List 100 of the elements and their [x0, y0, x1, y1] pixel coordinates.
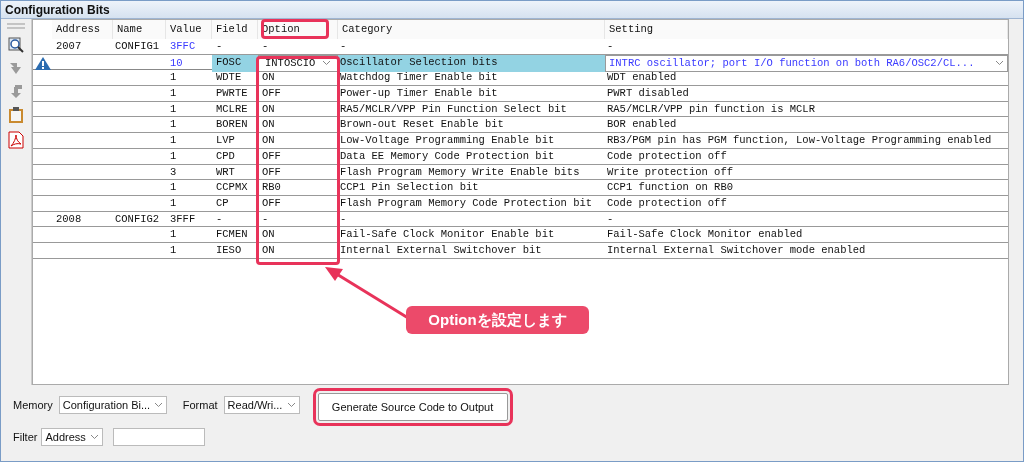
table-cell-text: ON	[261, 242, 276, 258]
table-row[interactable]: 1 MCLRE ON RA5/MCLR/VPP Pin Function Select bit RA5/MCLR/VPP pin function is MCLR	[33, 101, 1008, 118]
table-cell-text: WDT enabled	[606, 70, 678, 86]
table-cell-text: Fail-Safe Clock Monitor Enable bit	[339, 227, 556, 243]
table-cell: 3FFF	[170, 212, 196, 225]
callout: Optionを設定します	[406, 306, 589, 334]
table-cell-text: IESO	[215, 242, 243, 258]
table-cell: 1	[170, 228, 177, 241]
table-cell-text: WDTE	[215, 70, 243, 86]
table-cell-text: RA5/MCLR/VPP Pin Function Select bit	[339, 101, 568, 117]
column-header[interactable]: Category	[338, 20, 605, 39]
table-row[interactable]: 1 LVP ON Low-Voltage Programming Enable bit RB3/PGM pin has PGM function, Low-Voltage Programming enabled	[33, 133, 1008, 149]
table-row[interactable]: 1 PWRTE OFF Power-up Timer Enable bit PWRT disabled	[33, 86, 1008, 102]
table-cell-text: Flash Program Memory Write Enable bits	[339, 164, 581, 180]
table-row[interactable]: 1 BOREN ON Brown-out Reset Enable bit BOR enabled	[33, 117, 1008, 134]
table-cell: 2007	[56, 40, 82, 52]
table-row[interactable]: 1 WDTE ON Watchdog Timer Enable bit WDT enabled	[33, 70, 1008, 87]
table-cell-text: Code protection off	[606, 195, 728, 211]
table-cell-text: RA5/MCLR/VPP pin function is MCLR	[606, 101, 816, 117]
search-icon[interactable]	[8, 37, 24, 53]
table-row[interactable]: 1 FCMEN ON Fail-Safe Clock Monitor Enable bit Fail-Safe Clock Monitor enabled	[33, 227, 1008, 243]
table-cell: 1	[170, 196, 177, 209]
table-cell-text: Brown-out Reset Enable bit	[339, 117, 505, 133]
table-cell: CONFIG2	[115, 212, 160, 225]
column-header[interactable]: Value	[166, 20, 212, 39]
table-cell-text: -	[261, 211, 270, 227]
table-row[interactable]: 2007 CONFIG1 3FFC - - - -	[33, 39, 1008, 55]
table-cell-text: -	[339, 39, 348, 54]
table-cell-text: ON	[261, 133, 276, 149]
column-header[interactable]: Setting	[605, 20, 1008, 39]
table-cell-text: -	[215, 211, 224, 227]
filter-label: Filter	[13, 429, 38, 445]
table-cell-text: ON	[261, 117, 276, 133]
table-cell-text: PWRTE	[215, 86, 249, 102]
table-cell-text: Code protection off	[606, 148, 728, 164]
table-row[interactable]: 1 CPD OFF Data EE Memory Code Protection bit Code protection off	[33, 148, 1008, 165]
pdf-icon[interactable]	[8, 131, 24, 149]
table-cell: 1	[170, 181, 177, 194]
table-cell: 3	[170, 165, 177, 178]
grip-icon	[6, 23, 26, 30]
table-cell-text: MCLRE	[215, 101, 249, 117]
table-cell: 1	[170, 243, 177, 256]
table-cell-text: ON	[261, 70, 276, 86]
table-cell: 3FFC	[170, 40, 196, 52]
clipboard-icon[interactable]	[8, 106, 24, 124]
table-cell-text: OFF	[261, 195, 282, 211]
table-cell: 10	[170, 56, 183, 69]
table-cell-text: CCPMX	[215, 180, 249, 196]
chevron-icon	[322, 60, 331, 67]
table-cell-text: RB0	[261, 180, 282, 196]
filter-select[interactable]: Address	[41, 428, 104, 446]
table-cell-text: CP	[215, 195, 230, 211]
chevron-icon	[154, 402, 164, 408]
table-cell-text: OFF	[261, 164, 282, 180]
table-cell-text: PWRT disabled	[606, 86, 690, 102]
table-row[interactable]: 2008 CONFIG2 3FFF - - - -	[33, 211, 1008, 228]
table-cell: 1	[170, 118, 177, 131]
table-row[interactable]: 1 CP OFF Flash Program Memory Code Protection bit Code protection off	[33, 195, 1008, 212]
table-cell-text: -	[215, 39, 224, 54]
table-cell-text: Write protection off	[606, 164, 735, 180]
table-cell-text: Flash Program Memory Code Protection bit	[339, 195, 594, 211]
table-row[interactable]: 3 WRT OFF Flash Program Memory Write Enable bits Write protection off	[33, 164, 1008, 181]
column-header[interactable]: Field	[212, 20, 258, 39]
table-cell: 1	[170, 149, 177, 162]
table-cell-text: Internal External Switchover mode enabled	[606, 242, 867, 258]
table-cell: CONFIG1	[115, 40, 160, 52]
window-title: Configuration Bits	[1, 1, 1023, 19]
table-cell-text: -	[606, 211, 615, 227]
table-row[interactable]: 1 CCPMX RB0 CCP1 Pin Selection bit CCP1 function on RB0	[33, 180, 1008, 196]
table-cell: 1	[170, 102, 177, 115]
table-cell: 1	[170, 71, 177, 84]
chevron-icon	[995, 60, 1004, 67]
table-cell-text: OFF	[261, 148, 282, 164]
table-cell-text: RB3/PGM pin has PGM function, Low-Voltage Programming enabled	[606, 133, 993, 149]
table-cell-text: Power-up Timer Enable bit	[339, 86, 499, 102]
table-cell-text: Watchdog Timer Enable bit	[339, 70, 499, 86]
table-cell-text: LVP	[215, 133, 236, 149]
table-cell-text: CPD	[215, 148, 236, 164]
table-cell-text: -	[606, 39, 615, 54]
table-cell: 1	[170, 134, 177, 147]
table-cell: 2008	[56, 212, 82, 225]
format-label: Format	[182, 398, 218, 413]
chevron-icon	[286, 402, 296, 408]
memory-label: Memory	[13, 398, 53, 413]
table-row[interactable]: 1 IESO ON Internal External Switchover bit Internal External Switchover mode enabled	[33, 242, 1008, 259]
table-cell-text: CCP1 function on RB0	[606, 180, 735, 196]
table-cell-text: Fail-Safe Clock Monitor enabled	[606, 227, 804, 243]
filter-field[interactable]	[113, 428, 206, 446]
table-cell-text: ON	[261, 227, 276, 243]
column-header[interactable]: Name	[113, 20, 166, 39]
column-header[interactable]: Address	[52, 20, 113, 39]
table-cell-text: WRT	[215, 164, 236, 180]
format-select[interactable]: Read/Wri...	[223, 396, 300, 414]
table-cell-text: FCMEN	[215, 227, 249, 243]
memory-select[interactable]: Configuration Bi...	[58, 396, 167, 414]
highlight-frame	[261, 19, 329, 39]
table-cell-text: BOREN	[215, 117, 249, 133]
table-cell: 1	[170, 87, 177, 100]
table-cell-text: ON	[261, 101, 276, 117]
table-cell-text: BOR enabled	[606, 117, 678, 133]
